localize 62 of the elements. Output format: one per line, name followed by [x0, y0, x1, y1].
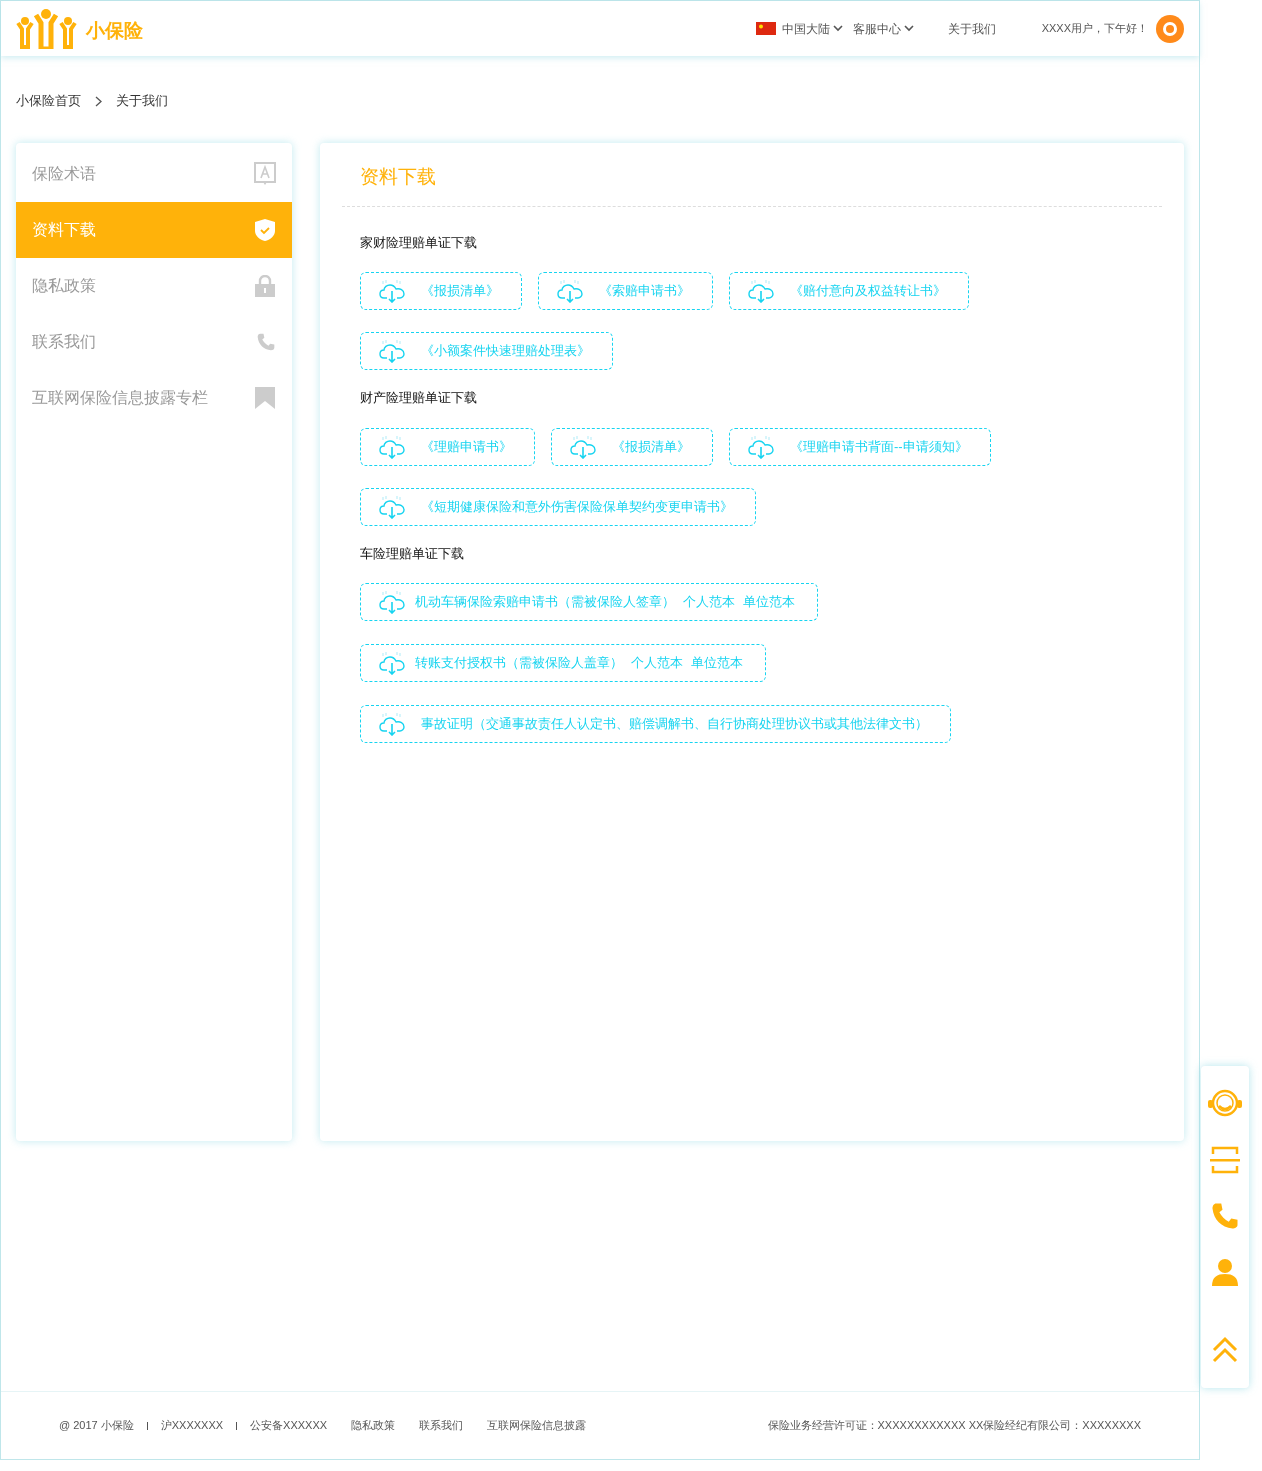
phone-icon [256, 332, 276, 352]
avatar-icon[interactable] [1156, 14, 1184, 43]
sidebar-item[interactable]: 资料下载 [16, 202, 292, 258]
download-link[interactable]: 《报损清单》 [360, 272, 522, 310]
family-logo-icon[interactable] [16, 8, 78, 49]
sidebar-item[interactable]: 互联网保险信息披露专栏 [16, 370, 292, 426]
chevron-down-icon [903, 25, 914, 32]
footer-link[interactable]: 沪XXXXXXX [160, 1417, 224, 1434]
lock-icon [254, 275, 276, 297]
download-link[interactable]: 《赔付意向及权益转让书》 [729, 272, 969, 310]
letter-a-icon [254, 162, 276, 186]
phone-icon[interactable] [1210, 1201, 1240, 1231]
cloud-download-icon [748, 279, 774, 303]
separator-bar [236, 1421, 238, 1430]
sidebar-item[interactable]: 保险术语 [16, 146, 292, 202]
page-title: 资料下载 [359, 165, 437, 189]
footer-link[interactable]: 互联网保险信息披露 [487, 1417, 587, 1434]
footer-link[interactable]: 联系我们 [419, 1417, 464, 1434]
flag-icon [755, 22, 776, 35]
bookmark-icon [254, 386, 276, 410]
cloud-download-icon [379, 339, 405, 363]
cloud-download-icon [570, 434, 596, 459]
download-link[interactable]: 《短期健康保险和意外伤害保险保单契约变更申请书》 [360, 487, 756, 526]
cloud-download-icon [379, 712, 405, 736]
region-dropdown[interactable]: 中国大陆 [781, 19, 843, 38]
sidebar-item[interactable]: 联系我们 [16, 314, 292, 370]
cloud-download-icon [379, 434, 405, 459]
download-link[interactable]: 《理赔申请书》 [360, 427, 535, 466]
chevron-right-icon [95, 95, 102, 107]
separator-bar [146, 1421, 148, 1430]
license-text: 保险业务经营许可证：XXXXXXXXXXXX XX保险经纪有限公司：XXXXXXXX [767, 1418, 1141, 1434]
download-link[interactable]: 转账支付授权书（需被保险人盖章） 个人范本 单位范本 [360, 644, 766, 682]
footer-link[interactable]: @ 2017 小保险 [59, 1417, 134, 1434]
greeting-text: XXXX用户，下午好！ [1041, 21, 1148, 37]
download-link[interactable]: 《报损清单》 [551, 427, 713, 466]
cloud-download-icon [379, 590, 405, 614]
section-heading: 车险理赔单证下载 [360, 544, 465, 563]
cloud-download-icon [379, 494, 405, 519]
footer-link[interactable]: 公安备XXXXXX [250, 1417, 328, 1434]
cloud-download-icon [379, 651, 405, 675]
brand-name[interactable]: 小保险 [86, 17, 143, 46]
breadcrumb-link[interactable]: 小保险首页 [16, 91, 81, 111]
breadcrumb-current: 关于我们 [116, 92, 168, 111]
cloud-download-icon [557, 279, 583, 303]
scan-icon[interactable] [1210, 1146, 1240, 1174]
user-icon[interactable] [1212, 1258, 1238, 1286]
section-heading: 家财险理赔单证下载 [360, 233, 478, 252]
download-link[interactable]: 机动车辆保险索赔申请书（需被保险人签章） 个人范本 单位范本 [360, 583, 818, 621]
about-link[interactable]: 关于我们 [947, 19, 996, 38]
chevron-down-icon [832, 25, 843, 32]
sidebar-item[interactable]: 隐私政策 [16, 258, 292, 314]
download-link[interactable]: 事故证明（交通事故责任人认定书、赔偿调解书、自行协商处理协议书或其他法律文书） [360, 705, 951, 743]
download-link[interactable]: 《索赔申请书》 [538, 272, 713, 310]
cloud-download-icon [379, 279, 405, 303]
footer-link[interactable]: 隐私政策 [351, 1417, 396, 1434]
back-to-top-icon[interactable] [1211, 1336, 1239, 1364]
cloud-download-icon [748, 434, 774, 459]
shield-check-icon [254, 218, 276, 242]
service-dropdown[interactable]: 客服中心 [852, 19, 914, 38]
download-link[interactable]: 《理赔申请书背面--申请须知》 [729, 427, 991, 466]
section-heading: 财产险理赔单证下载 [360, 389, 478, 407]
download-link[interactable]: 《小额案件快速理赔处理表》 [360, 332, 613, 370]
